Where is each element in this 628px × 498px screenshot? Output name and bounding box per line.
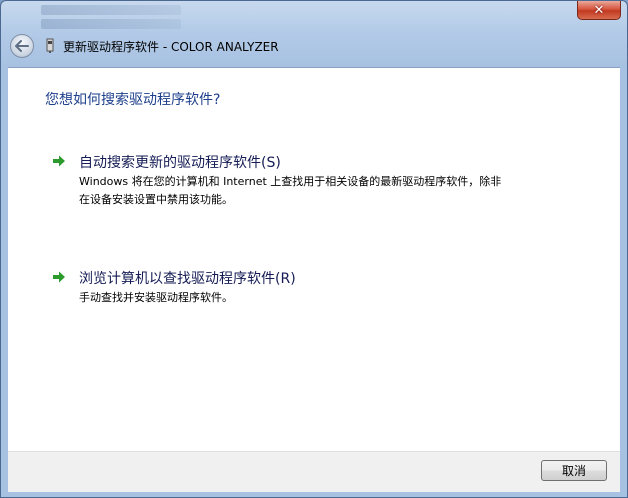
content-panel: 您想如何搜索驱动程序软件? 自动搜索更新的驱动程序软件(S) Windows 将… <box>8 67 620 451</box>
cancel-button[interactable]: 取消 <box>541 460 607 481</box>
device-icon <box>46 38 54 53</box>
window-title: 更新驱动程序软件 - COLOR ANALYZER <box>63 40 279 54</box>
back-button[interactable] <box>10 34 34 58</box>
back-arrow-icon <box>15 40 29 52</box>
option-browse-computer-title[interactable]: 浏览计算机以查找驱动程序软件(R) <box>79 268 296 288</box>
close-icon: ✕ <box>593 2 605 18</box>
close-button[interactable]: ✕ <box>577 1 621 20</box>
background-window-strip <box>41 1 181 31</box>
green-arrow-icon <box>53 271 65 283</box>
option-browse-computer-description: 手动查找并安装驱动程序软件。 <box>79 291 233 304</box>
option-auto-search-title[interactable]: 自动搜索更新的驱动程序软件(S) <box>79 152 281 172</box>
option-auto-search-description: Windows 将在您的计算机和 Internet 上查找用于相关设备的最新驱动… <box>79 175 502 206</box>
page-heading: 您想如何搜索驱动程序软件? <box>45 92 221 108</box>
green-arrow-icon <box>53 155 65 167</box>
driver-update-window: ✕ 更新驱动程序软件 - COLOR ANALYZER 您想如何搜索驱动程序软件… <box>0 0 628 498</box>
footer-bar: 取消 <box>8 451 620 492</box>
